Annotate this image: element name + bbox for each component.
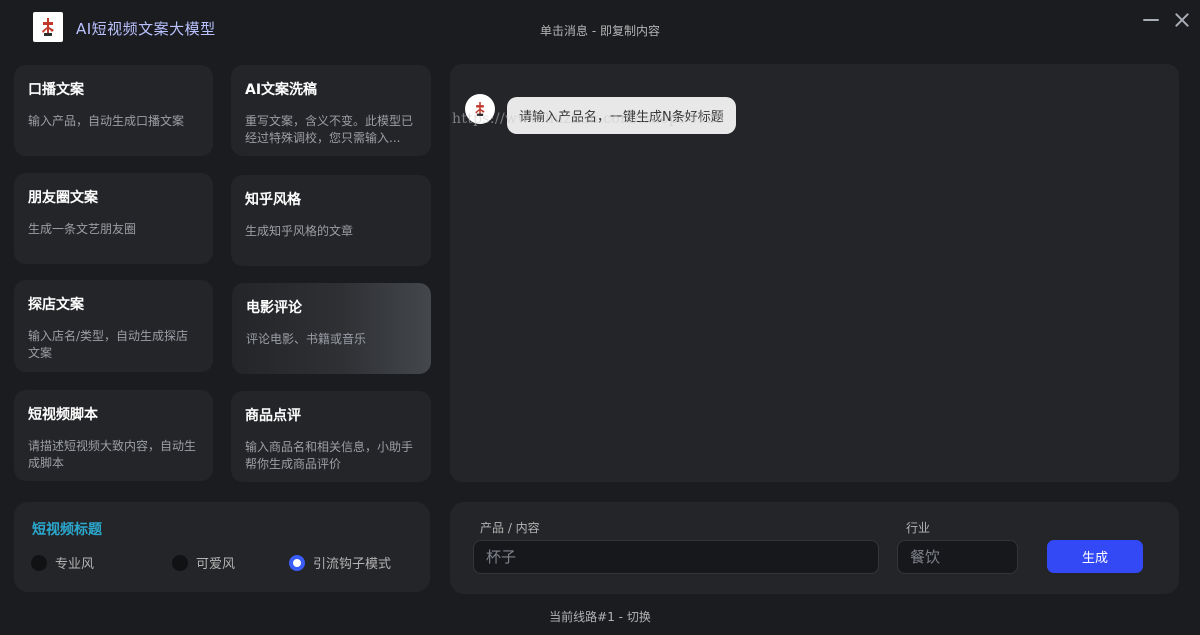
card-title: 知乎风格: [245, 192, 301, 208]
product-input[interactable]: [473, 540, 879, 574]
radio-label: 可爱风: [196, 557, 236, 572]
radio-unchecked-icon: [172, 554, 188, 571]
bot-avatar-icon: [465, 94, 495, 124]
minimize-icon[interactable]: [1141, 10, 1161, 30]
generate-button[interactable]: 生成: [1047, 540, 1143, 573]
close-icon[interactable]: [1172, 10, 1192, 30]
card-title: 商品点评: [245, 408, 301, 424]
card-desc: 请描述短视频大致内容，自动生成脚本: [28, 439, 197, 470]
radio-checked-icon: [289, 554, 305, 571]
template-card-movie-review[interactable]: 电影评论 评论电影、书籍或音乐: [232, 283, 431, 374]
card-desc: 评论电影、书籍或音乐: [246, 332, 367, 346]
card-desc: 生成知乎风格的文章: [245, 224, 354, 238]
card-desc: 生成一条文艺朋友圈: [28, 222, 137, 236]
copy-hint: 单击消息 - 即复制内容: [540, 24, 660, 38]
product-label: 产品 / 内容: [480, 521, 540, 535]
title-mode-panel: 短视频标题 专业风 可爱风 引流钩子模式: [14, 502, 430, 592]
line-switch-link[interactable]: 当前线路#1 - 切换: [0, 608, 1200, 625]
radio-label: 专业风: [55, 557, 95, 572]
radio-unchecked-icon: [31, 554, 47, 571]
card-desc: 输入商品名和相关信息，小助手帮你生成商品评价: [245, 440, 414, 471]
chat-message-bubble[interactable]: 请输入产品名，一键生成N条好标题: [507, 97, 736, 134]
card-desc: 重写文案，含义不变。此模型已经过特殊调校，您只需输入...: [245, 114, 414, 145]
card-title: 电影评论: [246, 300, 302, 316]
industry-input[interactable]: [897, 540, 1018, 574]
radio-hook-mode[interactable]: 引流钩子模式: [289, 553, 391, 572]
template-card-store-visit[interactable]: 探店文案 输入店名/类型，自动生成探店文案: [14, 280, 213, 372]
card-title: 短视频脚本: [28, 407, 98, 423]
radio-label: 引流钩子模式: [313, 557, 392, 572]
radio-cute[interactable]: 可爱风: [172, 553, 235, 572]
card-desc: 输入店名/类型，自动生成探店文案: [28, 329, 189, 360]
mode-title: 短视频标题: [32, 522, 102, 538]
card-title: AI文案洗稿: [245, 82, 318, 98]
card-desc: 输入产品，自动生成口播文案: [28, 114, 185, 128]
template-card-rewrite[interactable]: AI文案洗稿 重写文案，含义不变。此模型已经过特殊调校，您只需输入...: [231, 65, 431, 156]
template-card-moments[interactable]: 朋友圈文案 生成一条文艺朋友圈: [14, 173, 213, 264]
template-card-video-script[interactable]: 短视频脚本 请描述短视频大致内容，自动生成脚本: [14, 390, 213, 481]
industry-label: 行业: [906, 521, 931, 535]
template-card-koubo[interactable]: 口播文案 输入产品，自动生成口播文案: [14, 65, 213, 156]
template-card-zhihu[interactable]: 知乎风格 生成知乎风格的文章: [231, 175, 431, 266]
chat-panel: 请输入产品名，一键生成N条好标题: [450, 64, 1179, 482]
card-title: 口播文案: [28, 82, 84, 98]
input-panel: 产品 / 内容 行业 生成: [450, 502, 1179, 594]
card-title: 探店文案: [28, 297, 84, 313]
radio-professional[interactable]: 专业风: [31, 553, 94, 572]
template-card-product-review[interactable]: 商品点评 输入商品名和相关信息，小助手帮你生成商品评价: [231, 391, 431, 482]
card-title: 朋友圈文案: [28, 190, 98, 206]
